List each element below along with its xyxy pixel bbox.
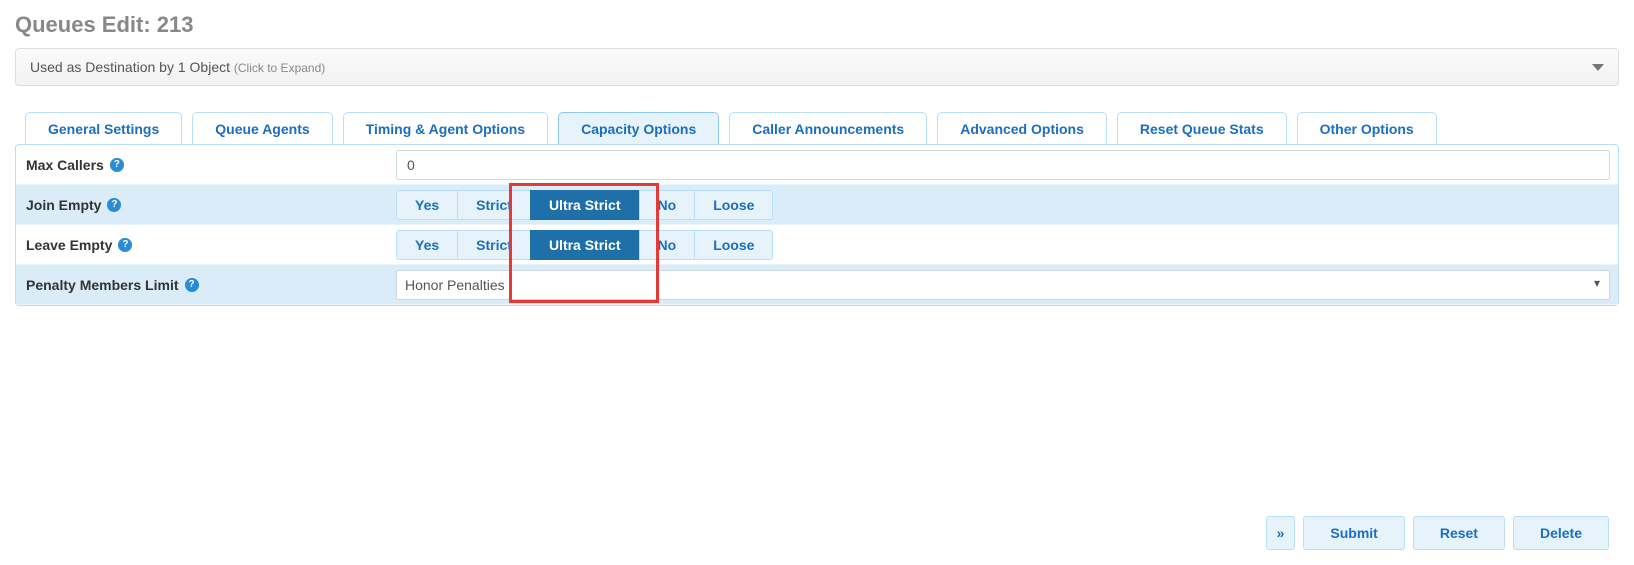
join-empty-ultra-strict[interactable]: Ultra Strict (530, 190, 639, 220)
footer-actions: » Submit Reset Delete (1266, 516, 1609, 550)
leave-empty-group: Yes Strict Ultra Strict No Loose (396, 230, 773, 260)
footer-expand-button[interactable]: » (1266, 516, 1296, 550)
join-empty-yes[interactable]: Yes (396, 190, 457, 220)
destination-expand-bar[interactable]: Used as Destination by 1 Object (Click t… (15, 48, 1619, 86)
capacity-form-panel: Max Callers ? Join Empty ? Yes Strict Ul… (15, 144, 1619, 306)
leave-empty-no[interactable]: No (639, 230, 695, 260)
penalty-limit-select[interactable]: Honor Penalties (396, 270, 1610, 300)
join-empty-no[interactable]: No (639, 190, 695, 220)
help-icon[interactable]: ? (118, 238, 132, 252)
max-callers-input[interactable] (396, 150, 1610, 180)
tab-other-options[interactable]: Other Options (1297, 112, 1437, 145)
delete-button[interactable]: Delete (1513, 516, 1609, 550)
leave-empty-yes[interactable]: Yes (396, 230, 457, 260)
page-title: Queues Edit: 213 (15, 12, 1619, 38)
reset-button[interactable]: Reset (1413, 516, 1505, 550)
tab-general-settings[interactable]: General Settings (25, 112, 182, 145)
penalty-limit-label: Penalty Members Limit (26, 277, 179, 293)
join-empty-strict[interactable]: Strict (457, 190, 530, 220)
max-callers-label: Max Callers (26, 157, 104, 173)
expand-bar-text: Used as Destination by 1 Object (30, 59, 230, 75)
tab-timing-agent-options[interactable]: Timing & Agent Options (343, 112, 548, 145)
help-icon[interactable]: ? (107, 198, 121, 212)
tab-bar: General Settings Queue Agents Timing & A… (15, 111, 1619, 144)
tab-advanced-options[interactable]: Advanced Options (937, 112, 1107, 145)
help-icon[interactable]: ? (110, 158, 124, 172)
help-icon[interactable]: ? (185, 278, 199, 292)
submit-button[interactable]: Submit (1303, 516, 1404, 550)
leave-empty-strict[interactable]: Strict (457, 230, 530, 260)
leave-empty-label: Leave Empty (26, 237, 112, 253)
tab-queue-agents[interactable]: Queue Agents (192, 112, 332, 145)
leave-empty-loose[interactable]: Loose (694, 230, 773, 260)
join-empty-group: Yes Strict Ultra Strict No Loose (396, 190, 773, 220)
leave-empty-ultra-strict[interactable]: Ultra Strict (530, 230, 639, 260)
tab-capacity-options[interactable]: Capacity Options (558, 112, 719, 145)
chevron-down-icon (1592, 64, 1604, 71)
join-empty-loose[interactable]: Loose (694, 190, 773, 220)
expand-bar-hint: (Click to Expand) (234, 61, 325, 75)
tab-reset-queue-stats[interactable]: Reset Queue Stats (1117, 112, 1287, 145)
join-empty-label: Join Empty (26, 197, 101, 213)
tab-caller-announcements[interactable]: Caller Announcements (729, 112, 927, 145)
